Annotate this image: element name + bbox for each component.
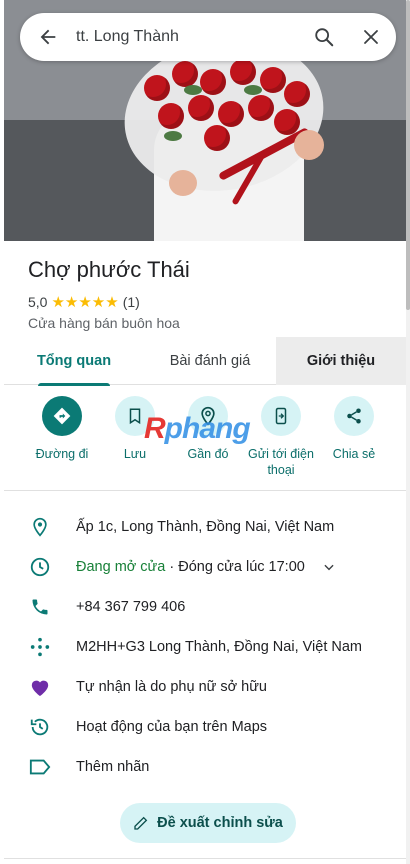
suggest-edit-button[interactable]: Đề xuất chỉnh sửa — [120, 803, 296, 843]
suggest-edit-label: Đề xuất chỉnh sửa — [157, 815, 283, 831]
share-button[interactable]: Chia sẻ — [314, 396, 394, 462]
women-owned-text: Tự nhận là do phụ nữ sở hữu — [76, 679, 267, 695]
pencil-icon — [134, 816, 148, 830]
share-label: Chia sẻ — [332, 447, 376, 461]
tab-reviews[interactable]: Bài đánh giá — [144, 337, 276, 385]
phone-row[interactable]: +84 367 799 406 — [4, 587, 406, 627]
closing-time: Đóng cửa lúc 17:00 — [178, 559, 305, 575]
rating-value: 5,0 — [28, 294, 48, 310]
address-row[interactable]: Ấp 1c, Long Thành, Đồng Nai, Việt Nam — [4, 507, 406, 547]
heart-icon — [31, 680, 49, 697]
hours-row[interactable]: Đang mở cửa · Đóng cửa lúc 17:00 — [4, 547, 406, 587]
add-label-row[interactable]: Thêm nhãn — [4, 747, 406, 787]
save-button[interactable]: Lưu — [95, 396, 175, 462]
section-divider — [4, 858, 406, 859]
plus-code-row[interactable]: M2HH+G3 Long Thành, Đồng Nai, Việt Nam — [4, 627, 406, 667]
directions-circle[interactable] — [42, 396, 82, 436]
chevron-down-icon — [324, 564, 334, 571]
rating-stars: ★★★★★ — [51, 294, 119, 311]
nearby-icon — [201, 406, 215, 426]
directions-icon — [53, 407, 71, 425]
nearby-label: Gần đó — [187, 447, 229, 461]
share-icon — [347, 408, 361, 424]
activity-text: Hoạt động của bạn trên Maps — [76, 719, 268, 735]
send-to-phone-label: Gửi tới điện thoại — [248, 447, 314, 477]
search-bar[interactable]: tt. Long Thành — [20, 13, 396, 61]
directions-button[interactable]: Đường đi — [22, 396, 102, 462]
activity-row[interactable]: Hoạt động của bạn trên Maps — [4, 707, 406, 747]
phone-text: +84 367 799 406 — [76, 599, 186, 615]
nearby-circle[interactable] — [188, 396, 228, 436]
section-divider — [4, 490, 406, 491]
plus-code-icon — [30, 637, 50, 657]
clock-icon — [30, 557, 50, 577]
tab-about[interactable]: Giới thiệu — [276, 337, 406, 385]
address-text: Ấp 1c, Long Thành, Đồng Nai, Việt Nam — [76, 519, 335, 535]
scrollbar[interactable] — [406, 0, 410, 864]
label-icon — [29, 759, 51, 775]
close-icon — [364, 30, 378, 44]
photo-hand — [169, 170, 197, 196]
women-owned-row[interactable]: Tự nhận là do phụ nữ sở hữu — [4, 667, 406, 707]
send-to-phone-circle[interactable] — [261, 396, 301, 436]
expand-hours-button[interactable] — [322, 560, 336, 574]
history-icon — [30, 718, 49, 736]
add-label-text: Thêm nhãn — [76, 759, 150, 775]
search-button[interactable] — [302, 13, 346, 61]
save-label: Lưu — [123, 447, 147, 461]
send-to-phone-button[interactable]: Gửi tới điện thoại — [241, 396, 321, 478]
location-pin-icon — [33, 517, 47, 537]
arrow-back-icon — [40, 29, 56, 45]
place-category[interactable]: Cửa hàng bán buôn hoa — [28, 315, 180, 331]
clear-search-button[interactable] — [346, 13, 396, 61]
review-count[interactable]: (1) — [123, 294, 140, 310]
back-button[interactable] — [20, 13, 76, 61]
save-circle[interactable] — [115, 396, 155, 436]
open-status: Đang mở cửa — [76, 559, 166, 575]
scrollbar-thumb[interactable] — [406, 0, 410, 310]
share-circle[interactable] — [334, 396, 374, 436]
tab-overview[interactable]: Tổng quan — [4, 337, 144, 386]
hours-text: Đang mở cửa · Đóng cửa lúc 17:00 — [76, 559, 305, 575]
action-buttons: Đường đi Lưu Gần đó Gửi tới điện thoại C… — [4, 396, 406, 486]
search-icon — [315, 28, 334, 47]
directions-label: Đường đi — [35, 447, 89, 461]
send-to-phone-icon — [275, 407, 287, 425]
nearby-button[interactable]: Gần đó — [168, 396, 248, 462]
photo-hand — [294, 130, 324, 160]
place-tabs: Tổng quan Bài đánh giá Giới thiệu — [4, 337, 406, 386]
rating-summary[interactable]: 5,0 ★★★★★ (1) — [28, 293, 140, 311]
phone-icon — [32, 599, 48, 615]
bookmark-icon — [129, 408, 141, 425]
plus-code-text: M2HH+G3 Long Thành, Đồng Nai, Việt Nam — [76, 639, 362, 655]
search-query[interactable]: tt. Long Thành — [76, 28, 302, 46]
place-title: Chợ phước Thái — [28, 257, 190, 282]
